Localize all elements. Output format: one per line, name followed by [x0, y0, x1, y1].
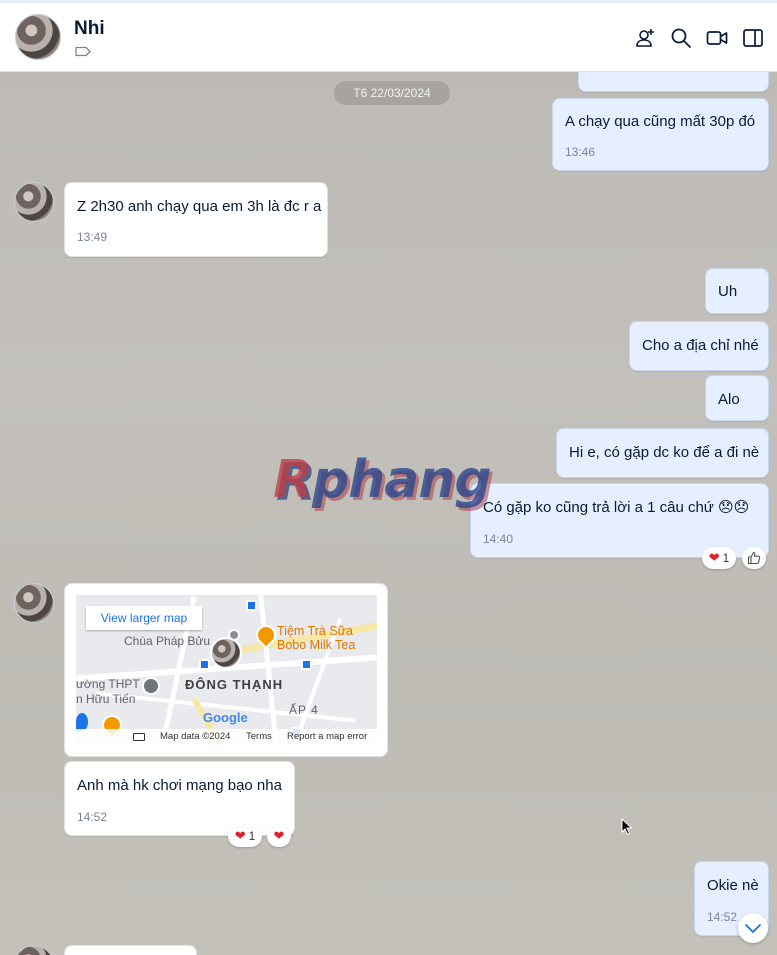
reaction-summary[interactable]: ❤ 1: [702, 547, 736, 569]
message-time: 14:52: [77, 810, 108, 824]
reaction-summary[interactable]: ❤ 1: [228, 825, 262, 847]
reaction-count: 1: [722, 551, 730, 565]
sender-avatar[interactable]: [14, 945, 54, 955]
map-label: ường THPT: [76, 677, 140, 691]
message-text: Anh mà hk chơi mạng bạo nha: [77, 777, 282, 794]
message-text: Hi e, có gặp dc ko để a đi nè: [569, 444, 760, 461]
sender-avatar[interactable]: [14, 182, 54, 222]
google-logo: Google: [203, 710, 248, 725]
chevron-down-icon: [745, 924, 761, 933]
contact-name[interactable]: Nhi: [74, 18, 105, 40]
thumbs-up-icon: [747, 551, 761, 565]
message-bubble[interactable]: Z 2h30 anh chạy qua em 3h là đc r a 13:4…: [64, 182, 328, 257]
message-time: 13:46: [565, 145, 596, 159]
like-button[interactable]: [742, 547, 766, 569]
search-icon[interactable]: [670, 27, 692, 49]
bus-stop-icon: [301, 659, 312, 670]
contact-avatar[interactable]: [15, 14, 61, 60]
map-label: Chùa Pháp Bửu: [124, 634, 211, 648]
message-text: Có gặp ko cũng trả lời a 1 câu chứ 😞😞: [483, 499, 750, 516]
school-icon: [142, 677, 160, 695]
report-error-link[interactable]: Report a map error: [287, 729, 367, 745]
message-bubble-partial[interactable]: [64, 945, 197, 955]
message-text: Okie nè: [707, 877, 759, 894]
scroll-to-bottom-button[interactable]: [738, 913, 768, 943]
bus-stop-icon: [246, 600, 257, 611]
map-label: Bobo Milk Tea: [277, 638, 356, 652]
heart-icon: ❤: [708, 550, 720, 565]
sender-avatar[interactable]: [14, 583, 54, 623]
react-button[interactable]: ❤: [267, 825, 291, 847]
add-member-icon[interactable]: [634, 27, 656, 49]
video-call-icon[interactable]: [706, 27, 728, 49]
date-separator: T6 22/03/2024: [334, 81, 450, 105]
reaction-count: 1: [248, 829, 256, 843]
message-text: A chạy qua cũng mất 30p đó: [565, 113, 756, 130]
chat-area[interactable]: T6 22/03/2024 A chạy qua cũng mất 30p đó…: [0, 72, 777, 955]
map-footer: Map data ©2024 Terms Report a map error: [76, 729, 377, 745]
heart-icon: ❤: [234, 828, 246, 843]
message-bubble[interactable]: Anh mà hk chơi mạng bạo nha 14:52: [64, 761, 295, 836]
watermark: Rphang: [273, 450, 492, 510]
heart-icon: ❤: [273, 828, 285, 843]
location-map-card[interactable]: View larger map Chùa Pháp Bửu Tiệm Trà S…: [64, 583, 388, 757]
message-text: Cho a địa chỉ nhé: [642, 337, 759, 354]
message-text: Z 2h30 anh chạy qua em 3h là đc r a: [77, 198, 322, 215]
map-label: ĐÔNG THẠNH: [185, 677, 284, 692]
message-bubble[interactable]: Cho a địa chỉ nhé: [629, 321, 769, 371]
sidebar-toggle-icon[interactable]: [742, 27, 764, 49]
message-text: Alo: [718, 391, 740, 408]
map-label: n Hữu Tiến: [76, 692, 136, 706]
keyboard-icon[interactable]: [133, 733, 145, 741]
map-preview[interactable]: View larger map Chùa Pháp Bửu Tiệm Trà S…: [76, 595, 377, 745]
message-bubble[interactable]: A chạy qua cũng mất 30p đó 13:46: [552, 98, 769, 171]
map-data-text: Map data ©2024: [160, 731, 231, 742]
message-time: 13:49: [77, 230, 108, 244]
map-label: ẤP 4: [289, 703, 319, 717]
map-label: Tiệm Trà Sữa: [277, 624, 353, 638]
mouse-cursor-icon: [621, 818, 633, 836]
message-text: Uh: [718, 283, 738, 300]
bus-stop-icon: [199, 659, 210, 670]
chat-header: Nhi: [0, 3, 777, 72]
message-bubble[interactable]: Uh: [705, 268, 769, 314]
terms-link[interactable]: Terms: [246, 729, 272, 745]
message-bubble[interactable]: Alo: [705, 375, 769, 421]
message-time: 14:40: [483, 532, 514, 546]
message-bubble-partial[interactable]: [578, 72, 769, 92]
view-larger-map-link[interactable]: View larger map: [86, 606, 202, 630]
location-pin-avatar: [210, 637, 242, 669]
tag-icon[interactable]: [75, 46, 91, 57]
message-time: 14:52: [707, 910, 738, 924]
message-bubble[interactable]: Hi e, có gặp dc ko để a đi nè: [556, 428, 769, 478]
